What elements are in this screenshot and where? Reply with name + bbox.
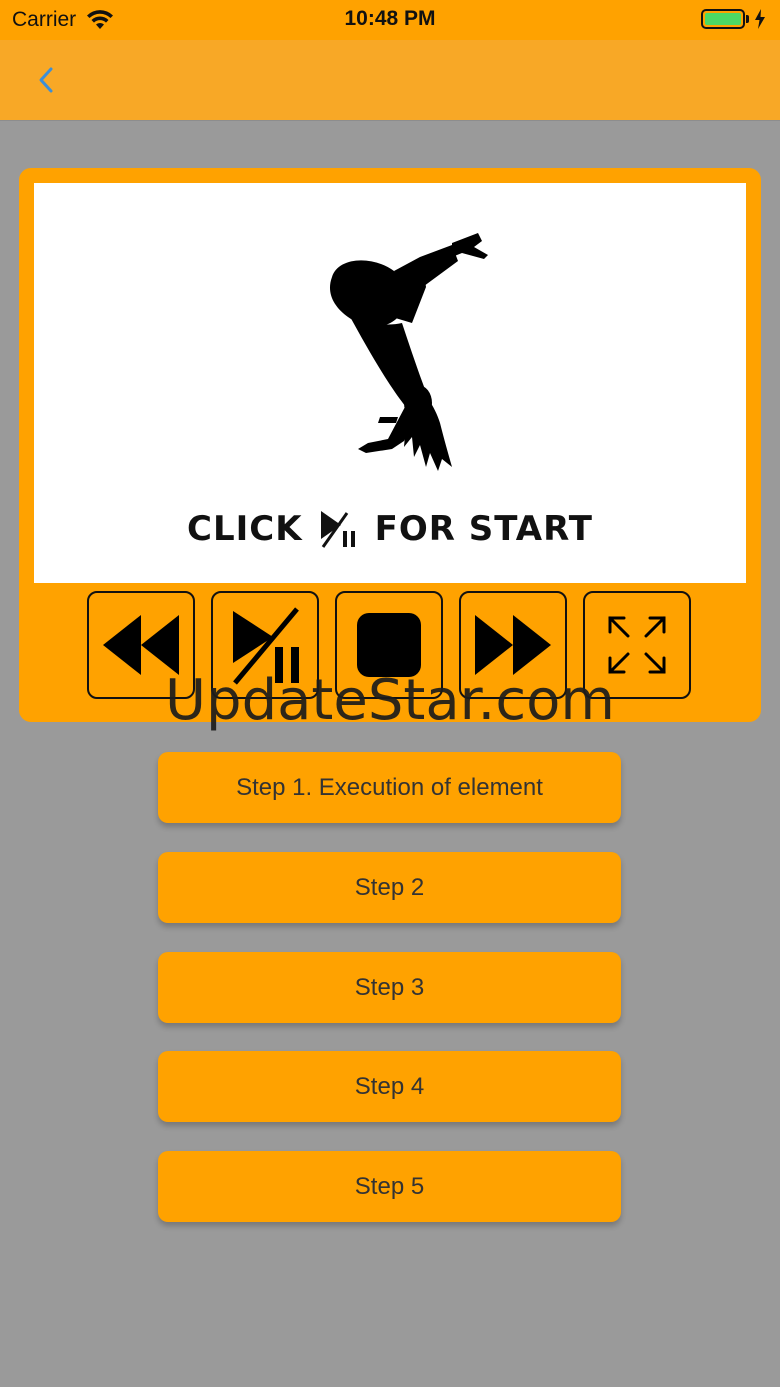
back-button[interactable] [30,62,62,98]
step-3-button[interactable]: Step 3 [158,952,621,1023]
navigation-bar [0,40,780,120]
step-1-button[interactable]: Step 1. Execution of element [158,752,621,823]
play-pause-icon [320,511,355,548]
video-area[interactable]: CLICK FOR START [34,183,746,583]
step-2-button[interactable]: Step 2 [158,852,621,923]
start-instruction: CLICK FOR START [34,507,746,551]
expand-icon [608,616,666,674]
battery-cap [746,15,749,23]
dancer-silhouette-image [329,233,488,471]
step-4-button[interactable]: Step 4 [158,1051,621,1122]
status-time: 10:48 PM [344,7,436,30]
battery-level [705,13,741,25]
watermark-text: UpdateStar.com [165,668,615,733]
video-player-card: CLICK FOR START [19,168,761,722]
start-text-for-start: FOR START [374,509,593,549]
start-text-click: CLICK [187,509,303,549]
step-5-button[interactable]: Step 5 [158,1151,621,1222]
status-bar: Carrier 10:48 PM [0,0,780,40]
battery-body [701,9,745,29]
chevron-left-icon [39,67,53,93]
battery-icon [701,9,766,29]
charging-bolt-icon [755,9,765,29]
